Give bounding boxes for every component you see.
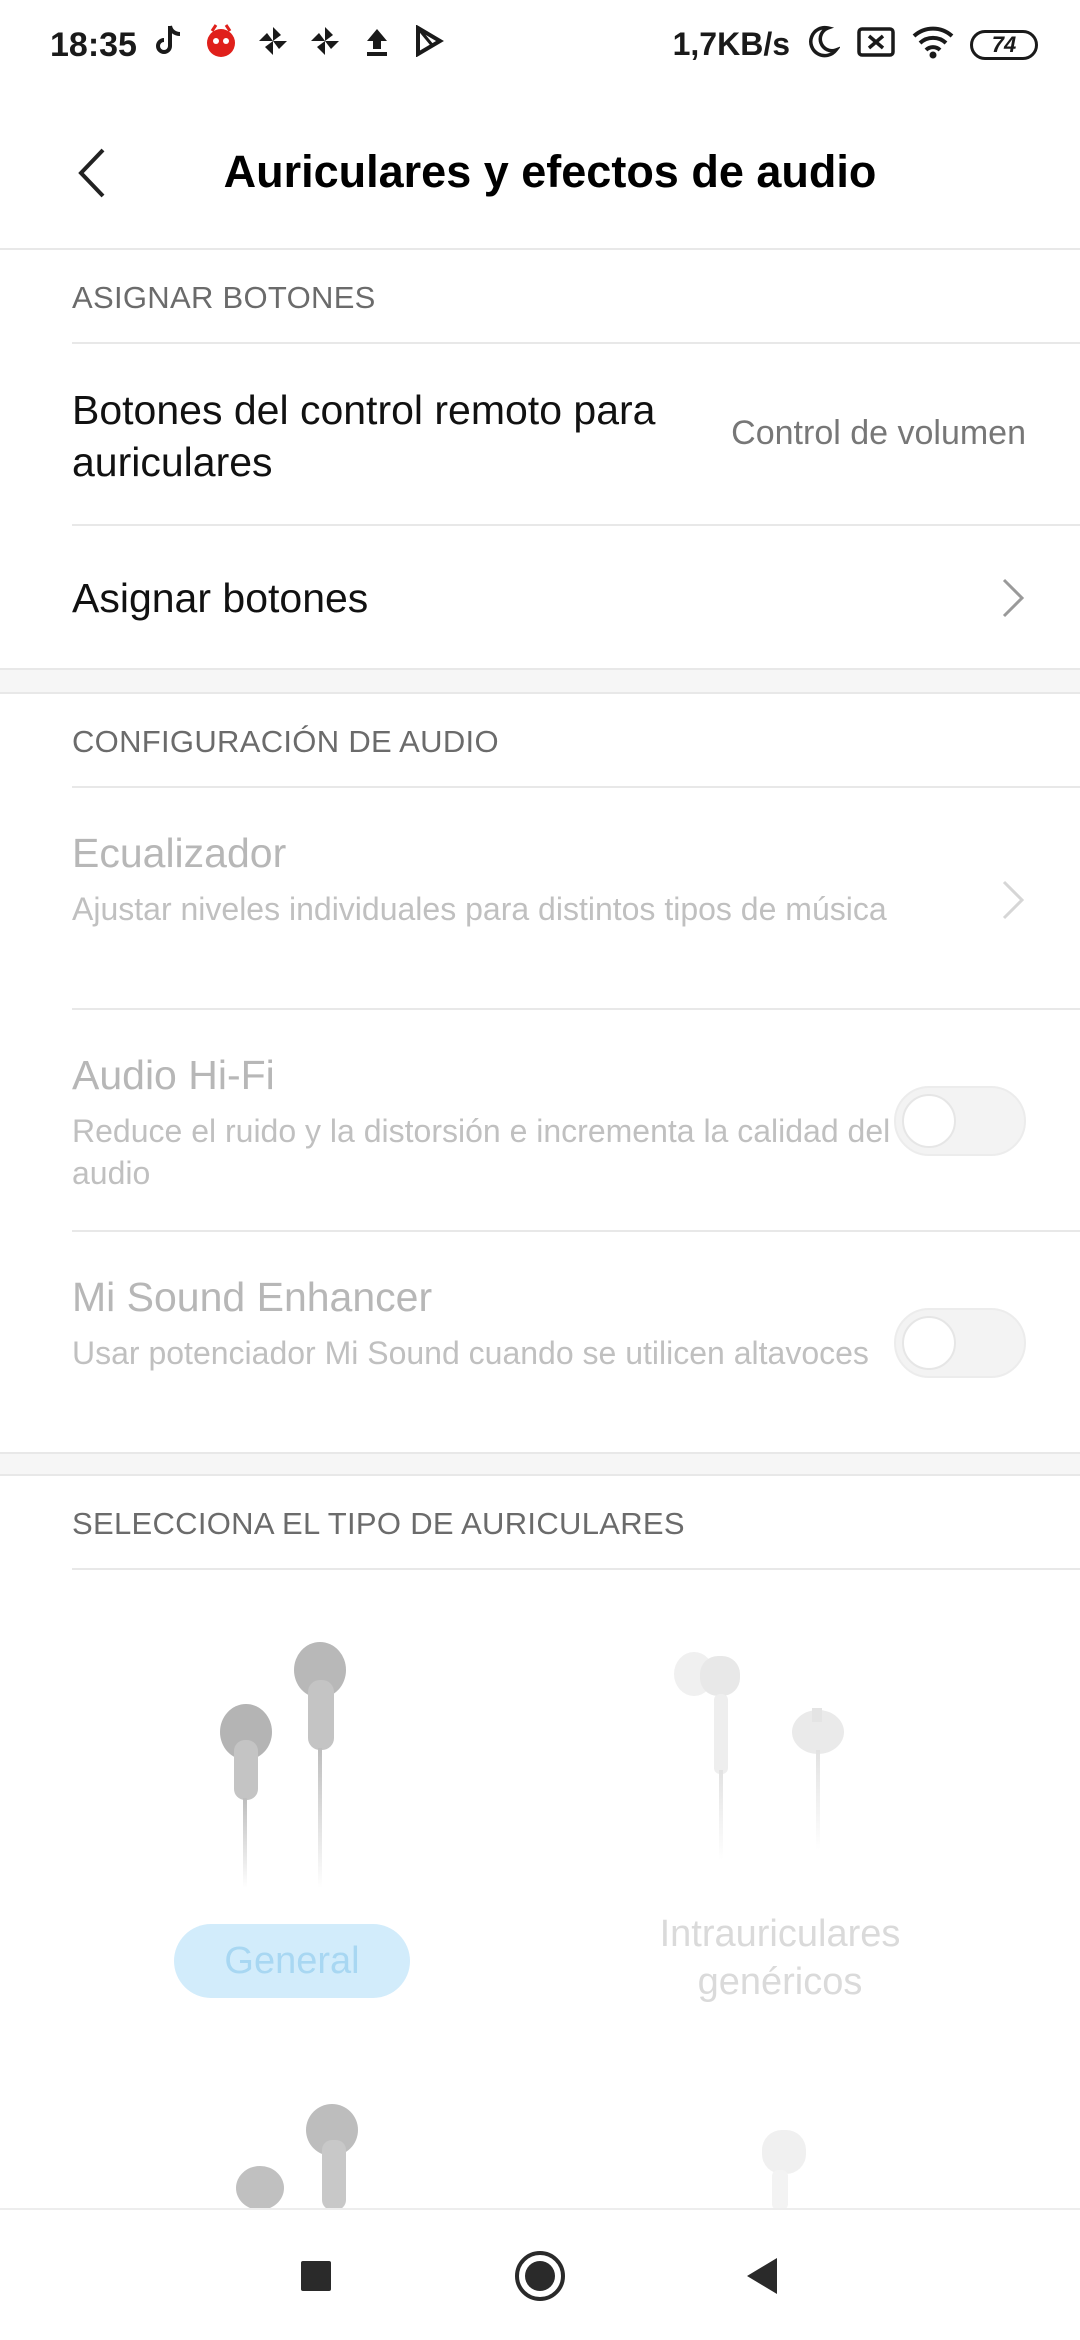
home-button[interactable] [510, 2246, 570, 2306]
hifi-audio-subtitle: Reduce el ruido y la distorsión e increm… [72, 1113, 891, 1191]
chevron-right-icon [1002, 578, 1025, 618]
assign-buttons-row[interactable]: Asignar botones [0, 526, 1080, 666]
navigation-bar [0, 2208, 1080, 2340]
back-triangle-icon [747, 2258, 777, 2294]
earbuds-in-ear-icon [674, 1652, 844, 1860]
earbuds-partial-icon [762, 2130, 806, 2210]
wifi-icon [912, 25, 954, 64]
sound-enhancer-toggle[interactable] [894, 1308, 1026, 1378]
back-nav-button[interactable] [732, 2246, 792, 2306]
recents-square-icon [301, 2261, 331, 2291]
section-separator [0, 668, 1080, 694]
upload-icon [360, 22, 394, 60]
assign-buttons-title: Asignar botones [72, 575, 369, 621]
earphone-type-generic[interactable]: Intrauriculares genéricos [600, 1610, 960, 2030]
generic-type-label: Intrauriculares genéricos [659, 1913, 901, 2003]
equalizer-title: Ecualizador [72, 830, 287, 876]
page-title: Auriculares y efectos de audio [223, 146, 877, 197]
section-header-types: SELECCIONA EL TIPO DE AURICULARES [72, 1506, 685, 1541]
toggle-knob [902, 1094, 956, 1148]
pinwheel-icon [308, 22, 342, 60]
earbuds-partial-icon [236, 2104, 358, 2210]
remote-buttons-title: Botones del control remoto para auricula… [72, 387, 656, 485]
title-bar: Auriculares y efectos de audio [0, 110, 1080, 240]
general-type-button[interactable]: General [174, 1924, 410, 1998]
home-circle-icon [515, 2251, 565, 2301]
chevron-right-icon [1002, 880, 1025, 920]
remote-buttons-row[interactable]: Botones del control remoto para auricula… [0, 344, 1080, 524]
earbuds-general-icon [220, 1642, 346, 1888]
sound-enhancer-row: Mi Sound Enhancer Usar potenciador Mi So… [0, 1232, 1080, 1452]
remote-buttons-value: Control de volumen [731, 414, 1026, 452]
notification-icons [152, 22, 446, 60]
no-sim-icon [856, 26, 896, 63]
equalizer-subtitle: Ajustar niveles individuales para distin… [72, 891, 887, 927]
section-separator [0, 1452, 1080, 1476]
earphone-type-general[interactable]: General [150, 1610, 450, 2030]
divider [72, 1568, 1080, 1570]
section-header-audio: CONFIGURACIÓN DE AUDIO [72, 724, 499, 759]
battery-indicator: 74 [970, 29, 1038, 60]
antutu-icon [204, 22, 238, 60]
recents-button[interactable] [286, 2246, 346, 2306]
status-right: 1,7KB/s 74 [673, 24, 1038, 65]
moon-icon [806, 24, 841, 65]
hifi-audio-toggle[interactable] [894, 1086, 1026, 1156]
pinwheel-icon [256, 22, 290, 60]
status-bar: 18:35 1,7KB/s 74 [0, 0, 1080, 90]
tiktok-icon [152, 22, 186, 60]
toggle-knob [902, 1316, 956, 1370]
play-store-icon [412, 22, 446, 60]
equalizer-row[interactable]: Ecualizador Ajustar niveles individuales… [0, 788, 1080, 1008]
divider [0, 248, 1080, 250]
sound-enhancer-subtitle: Usar potenciador Mi Sound cuando se util… [72, 1335, 869, 1371]
network-speed: 1,7KB/s [672, 26, 790, 62]
section-header-buttons: ASIGNAR BOTONES [72, 280, 376, 315]
hifi-audio-row: Audio Hi-Fi Reduce el ruido y la distors… [0, 1010, 1080, 1230]
status-time: 18:35 [50, 26, 137, 64]
hifi-audio-title: Audio Hi-Fi [72, 1052, 275, 1098]
sound-enhancer-title: Mi Sound Enhancer [72, 1274, 433, 1320]
